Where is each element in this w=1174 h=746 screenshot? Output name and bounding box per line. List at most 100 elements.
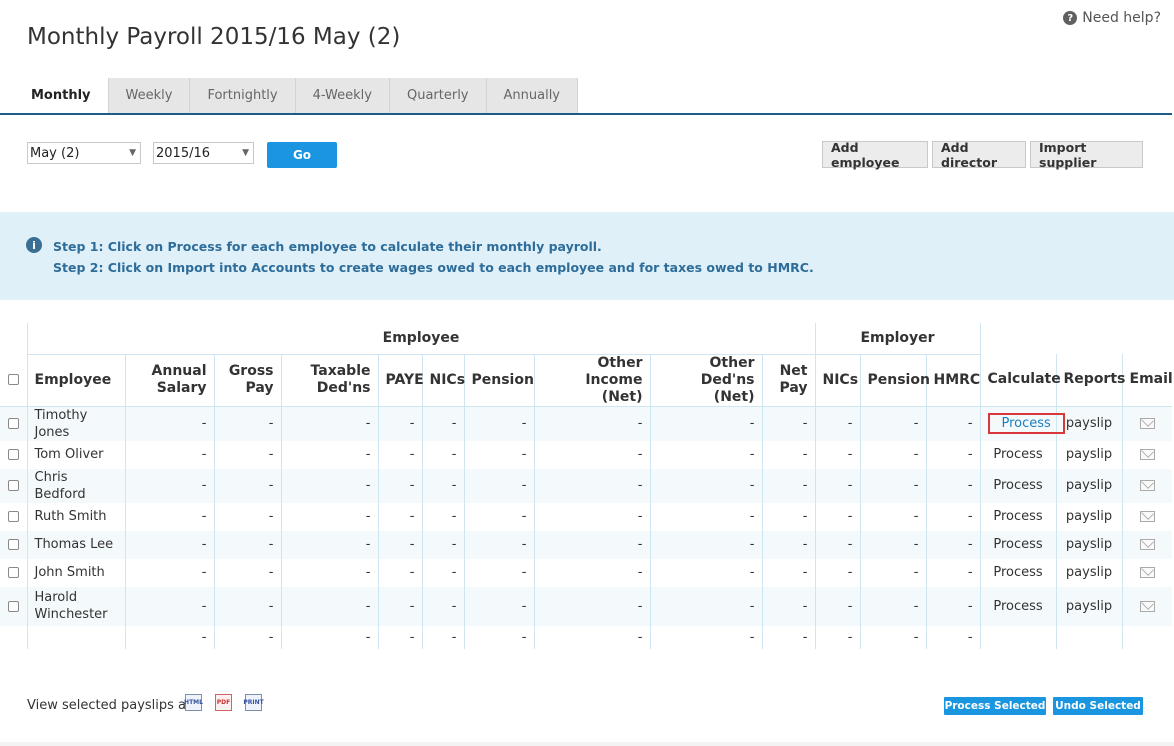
process-link[interactable]: Process [987,413,1065,434]
frequency-tabs: Monthly Weekly Fortnightly 4-Weekly Quar… [14,78,578,114]
period-select-value: May (2) [30,145,80,161]
value-cell: - [925,502,981,531]
value-cell: - [377,406,422,441]
payslip-link[interactable]: payslip [1055,530,1123,559]
payslip-link[interactable]: payslip [1055,586,1123,626]
process-link[interactable]: Process [979,468,1057,503]
process-link[interactable]: Process [979,530,1057,559]
row-checkbox[interactable] [7,511,19,522]
employee-name-link[interactable]: Harold Winchester [26,586,125,626]
value-cell: - [814,530,860,559]
row-select-cell [0,441,27,469]
employee-name-link[interactable]: Ruth Smith [26,502,125,531]
employee-name-link[interactable]: Chris Bedford [26,468,125,503]
row-checkbox[interactable] [7,480,19,491]
envelope-icon[interactable] [1139,418,1155,429]
add-director-button[interactable]: Add director [932,140,1026,170]
undo-selected-button[interactable]: Undo Selected [1053,697,1143,715]
value-cell: - [761,558,815,587]
envelope-icon[interactable] [1139,511,1155,522]
table-row: Timothy Jones - - - - - - - - - - - - Process payslip [0,406,1173,441]
value-cell: - [213,558,281,587]
value-cell: - [649,558,762,587]
value-cell: - [859,530,926,559]
tab-monthly[interactable]: Monthly [14,78,109,113]
value-cell: - [649,586,762,626]
row-checkbox[interactable] [7,418,19,429]
html-format-icon[interactable]: HTML [184,694,203,711]
select-all-cell [0,354,27,407]
envelope-icon[interactable] [1139,539,1155,550]
tab-weekly[interactable]: Weekly [108,78,191,113]
value-cell: - [814,502,860,531]
envelope-icon[interactable] [1139,600,1155,612]
tab-annually[interactable]: Annually [486,78,578,113]
import-supplier-button[interactable]: Import supplier [1030,140,1143,170]
page-title: Monthly Payroll 2015/16 May (2) [27,24,401,50]
row-select-cell [0,406,27,441]
value-cell: - [761,530,815,559]
payslip-link[interactable]: payslip [1055,468,1123,503]
employee-name-link[interactable]: Timothy Jones [26,406,125,441]
add-employee-button[interactable]: Add employee [822,140,928,170]
period-select[interactable]: May (2) ▼ [27,142,141,164]
employee-name-link[interactable]: Tom Oliver [26,440,125,469]
info-circle-icon: i [26,237,42,253]
tab-4-weekly[interactable]: 4-Weekly [295,78,390,113]
tab-quarterly[interactable]: Quarterly [389,78,487,113]
payslip-link[interactable]: payslip [1055,440,1123,469]
value-cell: - [925,530,981,559]
row-checkbox[interactable] [7,449,19,460]
col-employer-pension: Pension [859,354,930,407]
envelope-icon[interactable] [1139,449,1155,460]
value-cell: - [463,530,534,559]
value-cell: - [649,625,762,649]
row-checkbox[interactable] [7,600,19,612]
col-pension: Pension [463,354,534,407]
payslip-link[interactable]: payslip [1055,558,1123,587]
value-cell: - [463,586,534,626]
payslip-link[interactable]: payslip [1055,406,1123,441]
tab-fortnightly[interactable]: Fortnightly [190,78,296,113]
year-select-value: 2015/16 [156,145,211,161]
value-cell: - [649,468,762,503]
row-checkbox[interactable] [7,567,19,578]
value-cell: - [649,406,762,441]
go-button[interactable]: Go [267,142,337,168]
employee-name-link[interactable]: John Smith [26,558,125,587]
value-cell: - [124,440,214,469]
employee-name-link[interactable]: Thomas Lee [26,530,125,559]
process-selected-button[interactable]: Process Selected [944,697,1046,715]
select-all-checkbox[interactable] [7,373,19,385]
pdf-format-icon[interactable]: PDF [215,694,232,711]
col-other-deds: Other Ded'ns (Net) [649,354,762,407]
need-help-link[interactable]: ? Need help? [1063,10,1161,26]
value-cell: - [859,586,926,626]
process-cell: Process [979,406,1065,441]
value-cell: - [280,406,378,441]
process-link[interactable]: Process [979,502,1057,531]
value-cell: - [377,586,422,626]
col-annual-salary: Annual Salary [124,354,214,407]
process-link[interactable]: Process [979,586,1057,626]
envelope-icon[interactable] [1139,480,1155,491]
value-cell: - [814,468,860,503]
value-cell: - [761,440,815,469]
row-checkbox[interactable] [7,539,19,550]
value-cell: - [421,502,464,531]
value-cell: - [814,440,860,469]
col-nics: NICs [421,354,465,407]
payslip-link[interactable]: payslip [1055,502,1123,531]
payroll-table: Employee Employer Employee Annual Salary … [0,323,1173,649]
email-cell [1121,440,1173,469]
value-cell: - [421,625,464,649]
print-format-icon[interactable]: PRINT [243,694,264,711]
chevron-down-icon: ▼ [242,148,249,158]
process-link[interactable]: Process [979,558,1057,587]
year-select[interactable]: 2015/16 ▼ [153,142,254,164]
process-link[interactable]: Process [979,440,1057,469]
value-cell: - [649,440,762,469]
envelope-icon[interactable] [1139,567,1155,578]
value-cell: - [761,468,815,503]
value-cell: - [421,530,464,559]
